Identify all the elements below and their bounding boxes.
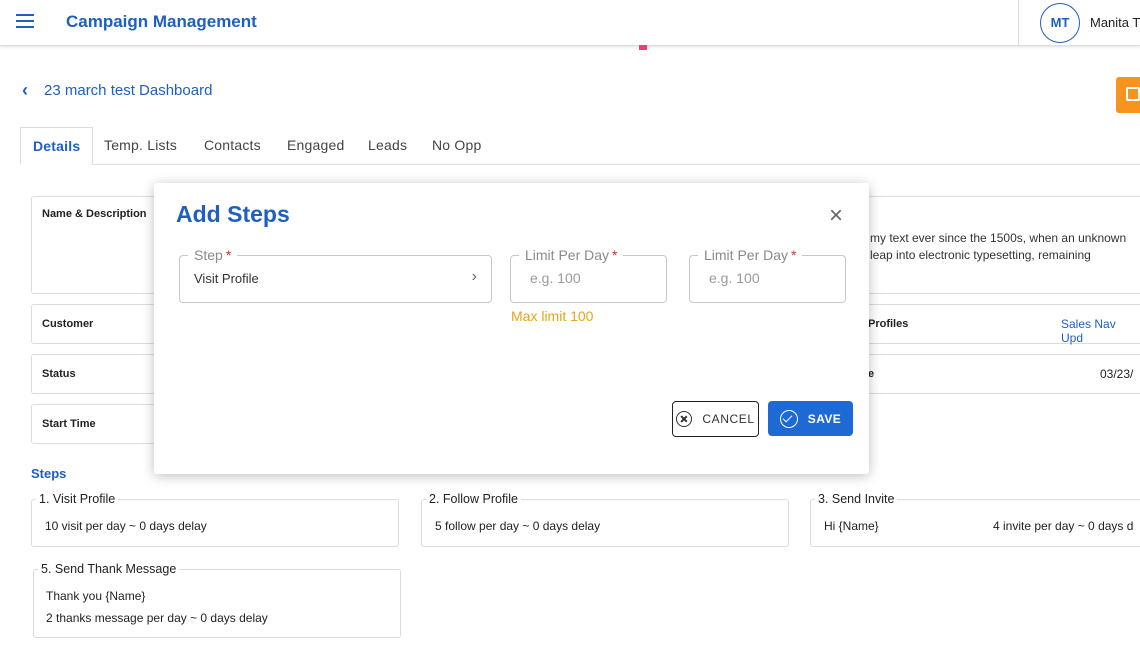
required-marker: * — [612, 247, 618, 263]
dialog-title: Add Steps — [176, 201, 290, 227]
cancel-circle-icon — [676, 411, 693, 427]
close-icon[interactable]: × — [825, 204, 847, 228]
step-select-label: Step * — [188, 247, 238, 263]
step-select[interactable]: Step * Visit Profile › — [179, 247, 492, 303]
step-select-value: Visit Profile — [194, 271, 259, 286]
max-limit-hint: Max limit 100 — [511, 308, 594, 324]
save-button[interactable]: SAVE — [768, 401, 853, 436]
cancel-button[interactable]: CANCEL — [672, 401, 759, 437]
limit-per-day-label-2: Limit Per Day * — [698, 247, 803, 263]
cancel-button-label: CANCEL — [702, 412, 755, 426]
required-marker: * — [225, 247, 232, 263]
limit-per-day-label: Limit Per Day * — [519, 247, 624, 263]
limit-per-day-placeholder-2: e.g. 100 — [709, 270, 760, 286]
save-button-label: SAVE — [807, 411, 842, 426]
add-steps-dialog: Add Steps × Step * Visit Profile › Limit … — [154, 183, 869, 474]
chevron-right-icon: › — [471, 268, 477, 285]
limit-per-day-input[interactable]: Limit Per Day * e.g. 100 — [510, 247, 667, 303]
limit-per-day-input-2[interactable]: Limit Per Day * e.g. 100 — [689, 247, 846, 303]
limit-per-day-placeholder: e.g. 100 — [530, 270, 581, 286]
required-marker: * — [791, 247, 797, 263]
check-circle-icon — [779, 409, 798, 428]
